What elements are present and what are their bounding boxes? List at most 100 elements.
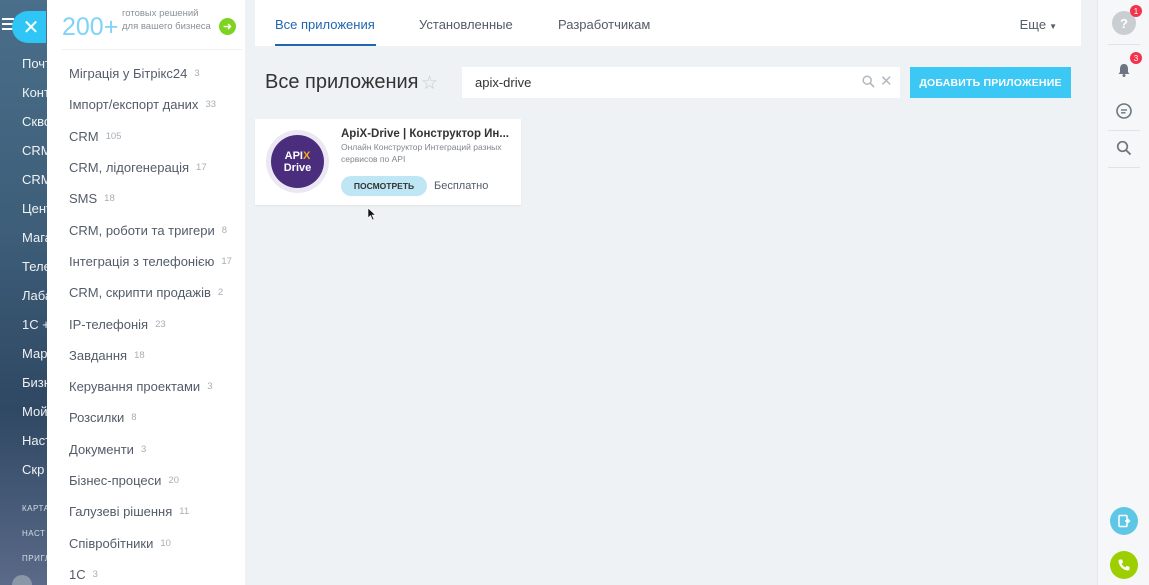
category-count: 23 bbox=[155, 318, 166, 330]
add-app-button[interactable]: ДОБАВИТЬ ПРИЛОЖЕНИЕ bbox=[910, 67, 1071, 98]
app-card[interactable]: APIX Drive ApiX-Drive | Конструктор Ин..… bbox=[255, 119, 521, 205]
caret-down-icon: ▼ bbox=[1049, 22, 1057, 31]
category-count: 17 bbox=[221, 255, 232, 267]
underlying-menu-item[interactable]: 1С + bbox=[22, 317, 47, 332]
clear-icon[interactable]: ✕ bbox=[880, 73, 893, 91]
category-label: Співробітники bbox=[69, 535, 154, 551]
app-logo[interactable]: APIX Drive bbox=[266, 130, 329, 193]
category-item[interactable]: Міграція у Бітрікс24 3 bbox=[69, 58, 232, 89]
category-item[interactable]: CRM, роботи та тригери 8 bbox=[69, 214, 232, 245]
search-input[interactable] bbox=[462, 67, 842, 98]
category-label: Розсилки bbox=[69, 410, 125, 426]
category-item[interactable]: Імпорт/експорт даних 33 bbox=[69, 89, 232, 120]
underlying-menu-item[interactable]: Мой bbox=[22, 404, 47, 419]
category-label: 1С bbox=[69, 566, 86, 582]
underlying-menu-item[interactable]: Теле bbox=[22, 259, 47, 274]
active-tab-indicator bbox=[275, 44, 376, 46]
underlying-menu-item[interactable]: Почт bbox=[22, 56, 47, 71]
category-count: 20 bbox=[168, 475, 179, 486]
category-item[interactable]: CRM, лідогенерація 17 bbox=[69, 152, 232, 183]
mouse-cursor-icon bbox=[367, 207, 377, 221]
category-item[interactable]: Галузеві рішення 11 bbox=[69, 496, 232, 527]
underlying-menu-small-item[interactable]: НАСТ bbox=[22, 529, 45, 538]
category-label: Документи bbox=[69, 441, 134, 457]
category-count: 3 bbox=[92, 568, 98, 580]
underlying-menu-item[interactable]: Цент bbox=[22, 201, 47, 216]
underlying-menu-item[interactable]: Скр bbox=[22, 462, 44, 477]
category-count: 3 bbox=[207, 381, 213, 393]
category-item[interactable]: Бізнес-процеси 20 bbox=[69, 465, 232, 496]
call-button[interactable] bbox=[1110, 551, 1138, 579]
underlying-menu-item[interactable]: CRM bbox=[22, 143, 47, 158]
chat-icon bbox=[1116, 103, 1132, 119]
underlying-menu-item[interactable]: Бизн bbox=[22, 375, 47, 390]
category-item[interactable]: Керування проектами 3 bbox=[69, 371, 232, 402]
category-label: SMS bbox=[69, 191, 98, 207]
view-app-button[interactable]: ПОСМОТРЕТЬ bbox=[341, 176, 427, 196]
question-icon: ? bbox=[1120, 15, 1128, 31]
underlying-menu-item[interactable]: CRM bbox=[22, 172, 47, 187]
more-label: Еще bbox=[1019, 17, 1047, 32]
notifications-button[interactable]: 3 bbox=[1112, 52, 1142, 82]
logo-text-api: API bbox=[284, 149, 303, 162]
category-item[interactable]: SMS 18 bbox=[69, 183, 232, 214]
category-label: Завдання bbox=[69, 347, 128, 363]
tabs-bar: Все приложения Установленные Разработчик… bbox=[255, 0, 1081, 46]
category-label: IP-телефонія bbox=[69, 316, 149, 332]
open-lines-button[interactable] bbox=[1110, 507, 1138, 535]
tab-all-apps[interactable]: Все приложения bbox=[275, 17, 375, 32]
category-label: Керування проектами bbox=[69, 379, 201, 395]
category-item[interactable]: Співробітники 10 bbox=[69, 527, 232, 558]
underlying-menu-item[interactable]: Мага bbox=[22, 230, 47, 245]
app-name[interactable]: ApiX-Drive | Конструктор Ин... bbox=[341, 128, 513, 140]
help-badge: 1 bbox=[1130, 5, 1142, 17]
underlying-menu-item[interactable]: Скво bbox=[22, 114, 47, 129]
promo-banner[interactable]: 200+ готовых решений для вашего бизнеса … bbox=[62, 6, 242, 50]
close-slider-button[interactable]: ✕ bbox=[12, 11, 46, 43]
category-count: 3 bbox=[140, 443, 147, 455]
category-label: CRM, лідогенерація bbox=[69, 160, 190, 176]
category-item[interactable]: 1С 3 bbox=[69, 559, 232, 585]
chat-button[interactable] bbox=[1112, 99, 1136, 123]
app-price: Бесплатно bbox=[434, 180, 489, 192]
underlying-portal-menu: Почт Конт Скво CRM CRM Цент Мага Теле Ла… bbox=[0, 0, 47, 585]
category-item[interactable]: Інтеграція з телефонією 17 bbox=[69, 246, 232, 277]
search-icon[interactable] bbox=[862, 75, 875, 88]
logo-text-x: X bbox=[303, 149, 311, 162]
underlying-menu-small-item[interactable]: КАРТА bbox=[22, 504, 47, 513]
apix-drive-logo-icon: APIX Drive bbox=[271, 135, 324, 188]
underlying-menu-item[interactable]: Мар bbox=[22, 346, 47, 361]
document-icon bbox=[1118, 514, 1131, 528]
search-panel-button[interactable] bbox=[1112, 136, 1136, 160]
arrow-right-icon[interactable]: ➜ bbox=[219, 18, 236, 35]
search-box: ✕ bbox=[462, 67, 900, 98]
tab-installed[interactable]: Установленные bbox=[419, 17, 513, 32]
underlying-menu-item[interactable]: Лаба bbox=[22, 288, 47, 303]
category-list: Міграція у Бітрікс24 3 Імпорт/експорт дан… bbox=[69, 58, 232, 585]
promo-text: готовых решений для вашего бизнеса bbox=[122, 8, 211, 32]
avatar[interactable] bbox=[12, 575, 32, 585]
category-item[interactable]: Розсилки 8 bbox=[69, 402, 232, 433]
category-label: Імпорт/експорт даних bbox=[69, 97, 199, 113]
more-menu[interactable]: Еще ▼ bbox=[1020, 17, 1057, 32]
underlying-menu-small-item[interactable]: ПРИГЛ bbox=[22, 554, 47, 563]
category-item[interactable]: IP-телефонія 23 bbox=[69, 308, 232, 339]
category-item[interactable]: CRM, скрипти продажів 2 bbox=[69, 277, 232, 308]
tab-developers[interactable]: Разработчикам bbox=[558, 17, 650, 32]
notifications-badge: 3 bbox=[1130, 52, 1142, 64]
category-item[interactable]: CRM 105 bbox=[69, 121, 232, 152]
underlying-menu-item[interactable]: Наст bbox=[22, 433, 47, 448]
category-item[interactable]: Документи 3 bbox=[69, 434, 232, 465]
page-title: Все приложения bbox=[265, 71, 419, 93]
app-description: Онлайн Конструктор Интеграций разных сер… bbox=[341, 142, 502, 164]
underlying-menu-item[interactable]: Конт bbox=[22, 85, 47, 100]
category-item[interactable]: Завдання 18 bbox=[69, 340, 232, 371]
phone-icon bbox=[1118, 559, 1130, 571]
bell-icon bbox=[1118, 64, 1130, 77]
divider bbox=[1108, 44, 1140, 45]
star-icon[interactable]: ☆ bbox=[421, 72, 438, 95]
divider bbox=[1108, 167, 1140, 168]
category-count: 17 bbox=[196, 162, 207, 174]
help-button[interactable]: ? 1 bbox=[1112, 5, 1142, 35]
divider bbox=[1108, 130, 1140, 131]
